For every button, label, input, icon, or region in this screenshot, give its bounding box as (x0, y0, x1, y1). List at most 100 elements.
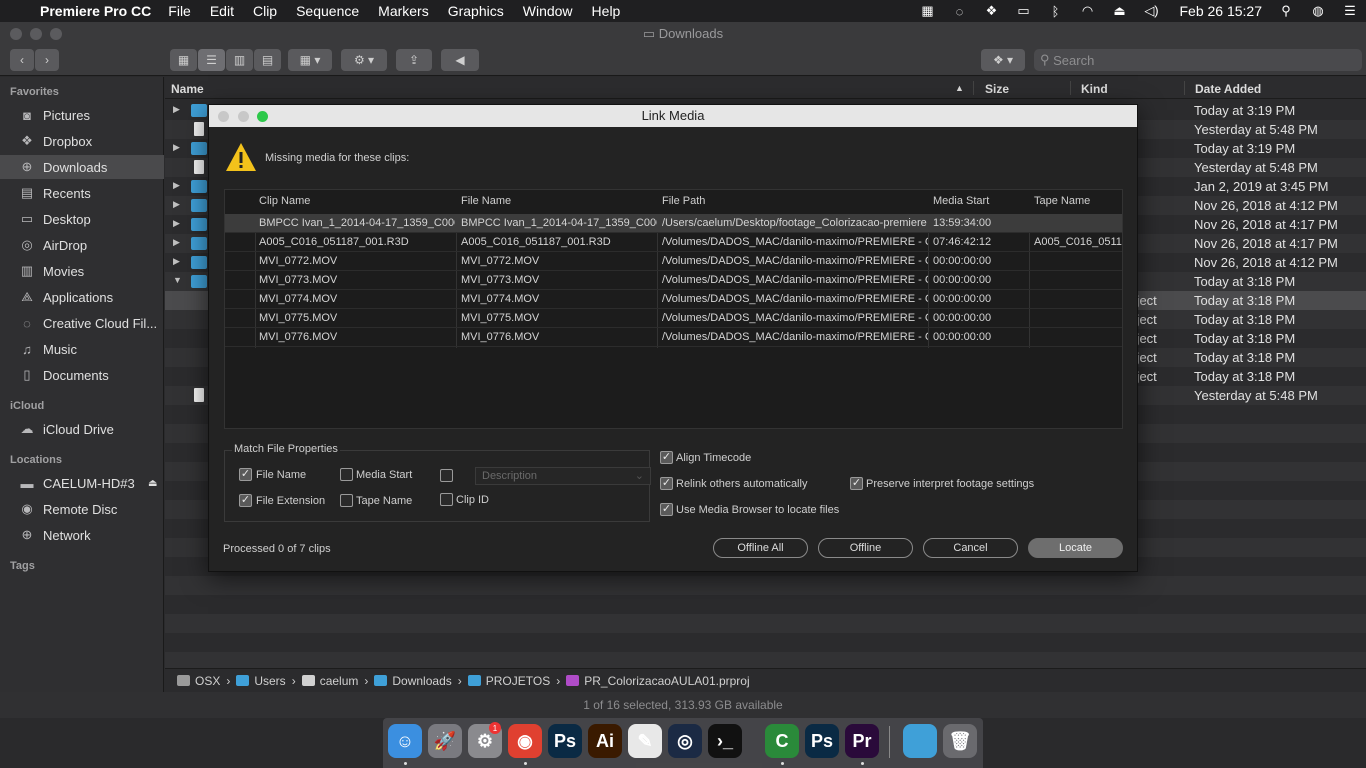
creative-cloud-icon[interactable]: ◌ (948, 3, 970, 19)
clip-row[interactable]: BMPCC Ivan_1_2014-04-17_1359_C000 BMPCC I… (225, 214, 1122, 233)
dialog-minimize-button[interactable] (238, 111, 249, 122)
header-clip-name[interactable]: Clip Name (259, 195, 310, 207)
chrome-icon[interactable]: ◉ (508, 724, 542, 758)
dialog-zoom-button[interactable] (257, 111, 268, 122)
camtasia-icon[interactable]: C (765, 724, 799, 758)
sidebar-item-remote-disc[interactable]: ◉ Remote Disc (0, 497, 164, 521)
offline-button[interactable]: Offline (818, 538, 913, 558)
column-size[interactable]: Size (985, 82, 1009, 96)
sidebar-item-applications[interactable]: ⟁ Applications (0, 285, 164, 309)
clip-row[interactable]: MVI_0774.MOV MVI_0774.MOV/Volumes/DADOS_M… (225, 290, 1122, 309)
sidebar-item-recents[interactable]: ▤ Recents (0, 181, 164, 205)
clip-row[interactable]: MVI_0773.MOV MVI_0773.MOV/Volumes/DADOS_M… (225, 271, 1122, 290)
path-segment[interactable]: Downloads (374, 674, 452, 688)
terminal-icon[interactable]: ›_ (708, 724, 742, 758)
description-select[interactable]: Description ⌄ (475, 467, 651, 485)
finder-icon[interactable]: ☺ (388, 724, 422, 758)
forward-button[interactable]: › (35, 49, 59, 71)
gallery-view-button[interactable]: ▤ (254, 49, 281, 71)
wifi-icon[interactable]: ◠ (1076, 3, 1098, 19)
menu-help[interactable]: Help (592, 3, 621, 19)
description-checkbox[interactable] (440, 469, 453, 482)
header-media-start[interactable]: Media Start (933, 195, 989, 207)
clip-row[interactable]: A005_C016_051187_001.R3D A005_C016_051187… (225, 233, 1122, 252)
sidebar-item-caelum-hd[interactable]: ▬ CAELUM-HD#3 ⏏ (0, 471, 164, 495)
disclosure-closed-icon[interactable]: ▶ (173, 142, 180, 153)
cancel-button[interactable]: Cancel (923, 538, 1018, 558)
trash-icon[interactable]: 🗑 (943, 724, 977, 758)
sidebar-item-dropbox[interactable]: ❖ Dropbox (0, 129, 164, 153)
clip-row[interactable]: MVI_0776.MOV MVI_0776.MOV/Volumes/DADOS_M… (225, 328, 1122, 347)
offline-all-button[interactable]: Offline All (713, 538, 808, 558)
sidebar-item-pictures[interactable]: ◙ Pictures (0, 103, 164, 127)
file-name-checkbox[interactable]: ✓ (239, 468, 252, 481)
path-segment[interactable]: PR_ColorizacaoAULA01.prproj (566, 674, 750, 688)
disclosure-open-icon[interactable]: ▼ (173, 275, 182, 285)
column-view-button[interactable]: ▥ (226, 49, 253, 71)
menu-edit[interactable]: Edit (210, 3, 234, 19)
locate-button[interactable]: Locate (1028, 538, 1123, 558)
action-gear-button[interactable]: ⚙ ▾ (341, 49, 387, 71)
menu-markers[interactable]: Markers (378, 3, 429, 19)
relink-others-checkbox[interactable]: ✓ (660, 477, 673, 490)
eject-icon[interactable]: ⏏ (148, 478, 157, 489)
eject-icon[interactable]: ⏏ (1108, 3, 1130, 19)
file-extension-checkbox[interactable]: ✓ (239, 494, 252, 507)
folder-icon[interactable] (903, 724, 937, 758)
preserve-interpret-checkbox[interactable]: ✓ (850, 477, 863, 490)
sidebar-item-music[interactable]: ♫ Music (0, 337, 164, 361)
use-media-browser-checkbox[interactable]: ✓ (660, 503, 673, 516)
clip-id-checkbox[interactable] (440, 493, 453, 506)
dropbox-icon[interactable]: ❖ (980, 3, 1002, 19)
airplay-icon[interactable]: ▭ (1012, 3, 1034, 19)
volume-icon[interactable]: ◁) (1140, 3, 1162, 19)
column-kind[interactable]: Kind (1081, 82, 1108, 96)
sidebar-item-desktop[interactable]: ▭ Desktop (0, 207, 164, 231)
tags-button[interactable]: ◀ (441, 49, 479, 71)
illustrator-icon[interactable]: Ai (588, 724, 622, 758)
bluetooth-icon[interactable]: ᛒ (1044, 3, 1066, 19)
sidebar-item-creative-cloud[interactable]: ◌ Creative Cloud Fil... (0, 311, 164, 335)
disclosure-closed-icon[interactable]: ▶ (173, 104, 180, 115)
clip-row[interactable]: MVI_0772.MOV MVI_0772.MOV/Volumes/DADOS_M… (225, 252, 1122, 271)
siri-icon[interactable]: ◍ (1307, 3, 1329, 19)
photoshop-icon-2[interactable]: Ps (805, 724, 839, 758)
path-segment[interactable]: PROJETOS (467, 674, 550, 688)
path-segment[interactable]: caelum (301, 674, 358, 688)
dialog-close-button[interactable] (218, 111, 229, 122)
search-input[interactable]: ⚲ Search (1034, 49, 1362, 71)
disclosure-closed-icon[interactable]: ▶ (173, 180, 180, 191)
steam-icon[interactable]: ◎ (668, 724, 702, 758)
header-file-path[interactable]: File Path (662, 195, 705, 207)
column-name[interactable]: Name (171, 82, 204, 96)
filmstrip-icon[interactable]: ▦ (916, 3, 938, 19)
menu-sequence[interactable]: Sequence (296, 3, 359, 19)
media-start-checkbox[interactable] (340, 468, 353, 481)
icon-view-button[interactable]: ▦ (170, 49, 197, 71)
photoshop-icon[interactable]: Ps (548, 724, 582, 758)
menu-graphics[interactable]: Graphics (448, 3, 504, 19)
app-menu[interactable]: Premiere Pro CC (40, 3, 151, 19)
sidebar-item-network[interactable]: ⊕ Network (0, 523, 164, 547)
list-view-button[interactable]: ☰ (198, 49, 225, 71)
menu-clip[interactable]: Clip (253, 3, 277, 19)
disclosure-closed-icon[interactable]: ▶ (173, 256, 180, 267)
spotlight-search-icon[interactable]: ⚲ (1275, 3, 1297, 19)
disclosure-closed-icon[interactable]: ▶ (173, 237, 180, 248)
menu-file[interactable]: File (168, 3, 191, 19)
sidebar-item-downloads[interactable]: ⊕ Downloads (0, 155, 164, 179)
sidebar-item-movies[interactable]: ▥ Movies (0, 259, 164, 283)
sidebar-item-documents[interactable]: ▯ Documents (0, 363, 164, 387)
share-button[interactable]: ⇪ (396, 49, 432, 71)
disclosure-closed-icon[interactable]: ▶ (173, 199, 180, 210)
group-by-button[interactable]: ▦ ▾ (288, 49, 332, 71)
premiere-icon[interactable]: Pr (845, 724, 879, 758)
clip-row[interactable]: MVI_0775.MOV MVI_0775.MOV/Volumes/DADOS_M… (225, 309, 1122, 328)
path-segment[interactable]: OSX (177, 674, 220, 688)
align-timecode-checkbox[interactable]: ✓ (660, 451, 673, 464)
column-date-added[interactable]: Date Added (1195, 82, 1261, 96)
disclosure-closed-icon[interactable]: ▶ (173, 218, 180, 229)
clock[interactable]: Feb 26 15:27 (1179, 3, 1262, 19)
menu-window[interactable]: Window (523, 3, 573, 19)
sidebar-item-icloud-drive[interactable]: ☁ iCloud Drive (0, 417, 164, 441)
